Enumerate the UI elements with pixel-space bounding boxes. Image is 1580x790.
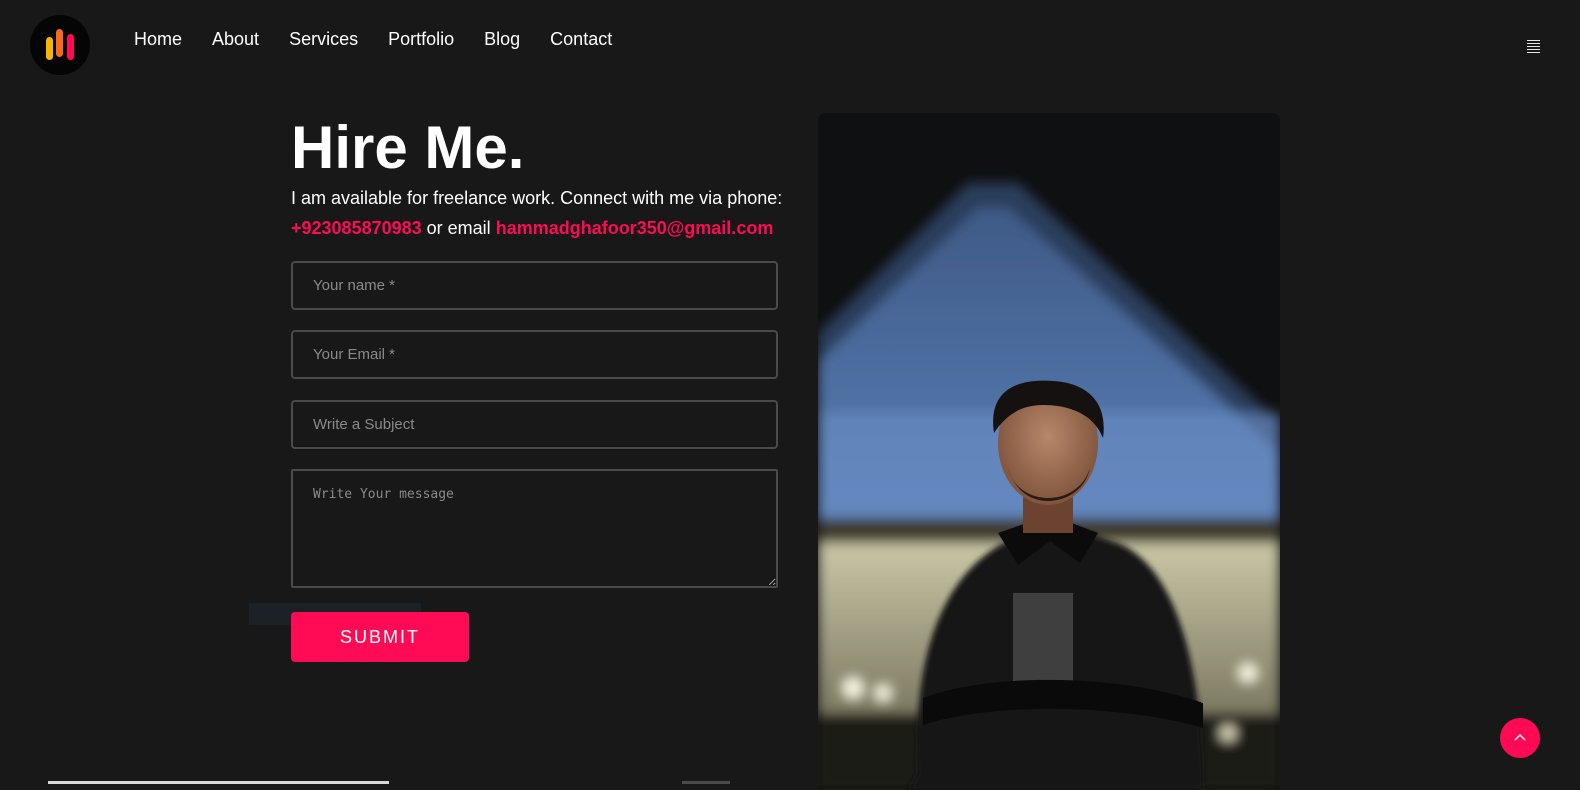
email-input[interactable] xyxy=(291,330,778,379)
message-textarea[interactable] xyxy=(291,469,778,588)
chevron-up-icon xyxy=(1514,734,1526,741)
menu-line xyxy=(1527,40,1540,41)
menu-line xyxy=(1527,46,1540,47)
logo-bar-orange xyxy=(56,29,63,57)
name-input[interactable] xyxy=(291,261,778,310)
menu-line xyxy=(1527,49,1540,50)
page-title: Hire Me. xyxy=(291,114,525,181)
intro-sentence: I am available for freelance work. Conne… xyxy=(291,188,783,208)
nav-item-contact[interactable]: Contact xyxy=(550,28,612,50)
submit-button[interactable]: SUBMIT xyxy=(291,612,469,662)
logo-bar-yellow xyxy=(46,37,53,60)
email-link[interactable]: hammadghafoor350@gmail.com xyxy=(496,218,774,238)
nav-item-portfolio[interactable]: Portfolio xyxy=(388,28,454,50)
scroll-indicator xyxy=(48,781,389,784)
logo-bars-icon[interactable] xyxy=(30,15,90,75)
menu-line xyxy=(1527,43,1540,44)
nav-item-about[interactable]: About xyxy=(212,28,259,50)
scroll-indicator xyxy=(682,781,730,784)
intro-connector: or email xyxy=(426,218,491,238)
subject-input[interactable] xyxy=(291,400,778,449)
main-nav: Home About Services Portfolio Blog Conta… xyxy=(134,28,612,50)
nav-item-home[interactable]: Home xyxy=(134,28,182,50)
page: Home About Services Portfolio Blog Conta… xyxy=(0,0,1580,790)
menu-line xyxy=(1527,52,1540,53)
nav-item-services[interactable]: Services xyxy=(289,28,358,50)
hamburger-menu-icon[interactable] xyxy=(1527,40,1540,53)
back-to-top-button[interactable] xyxy=(1500,718,1540,758)
nav-item-blog[interactable]: Blog xyxy=(484,28,520,50)
phone-link[interactable]: +923085870983 xyxy=(291,218,422,238)
portrait-photo xyxy=(818,113,1280,790)
intro-text: I am available for freelance work. Conne… xyxy=(291,183,791,243)
logo-bar-pink xyxy=(67,34,74,60)
